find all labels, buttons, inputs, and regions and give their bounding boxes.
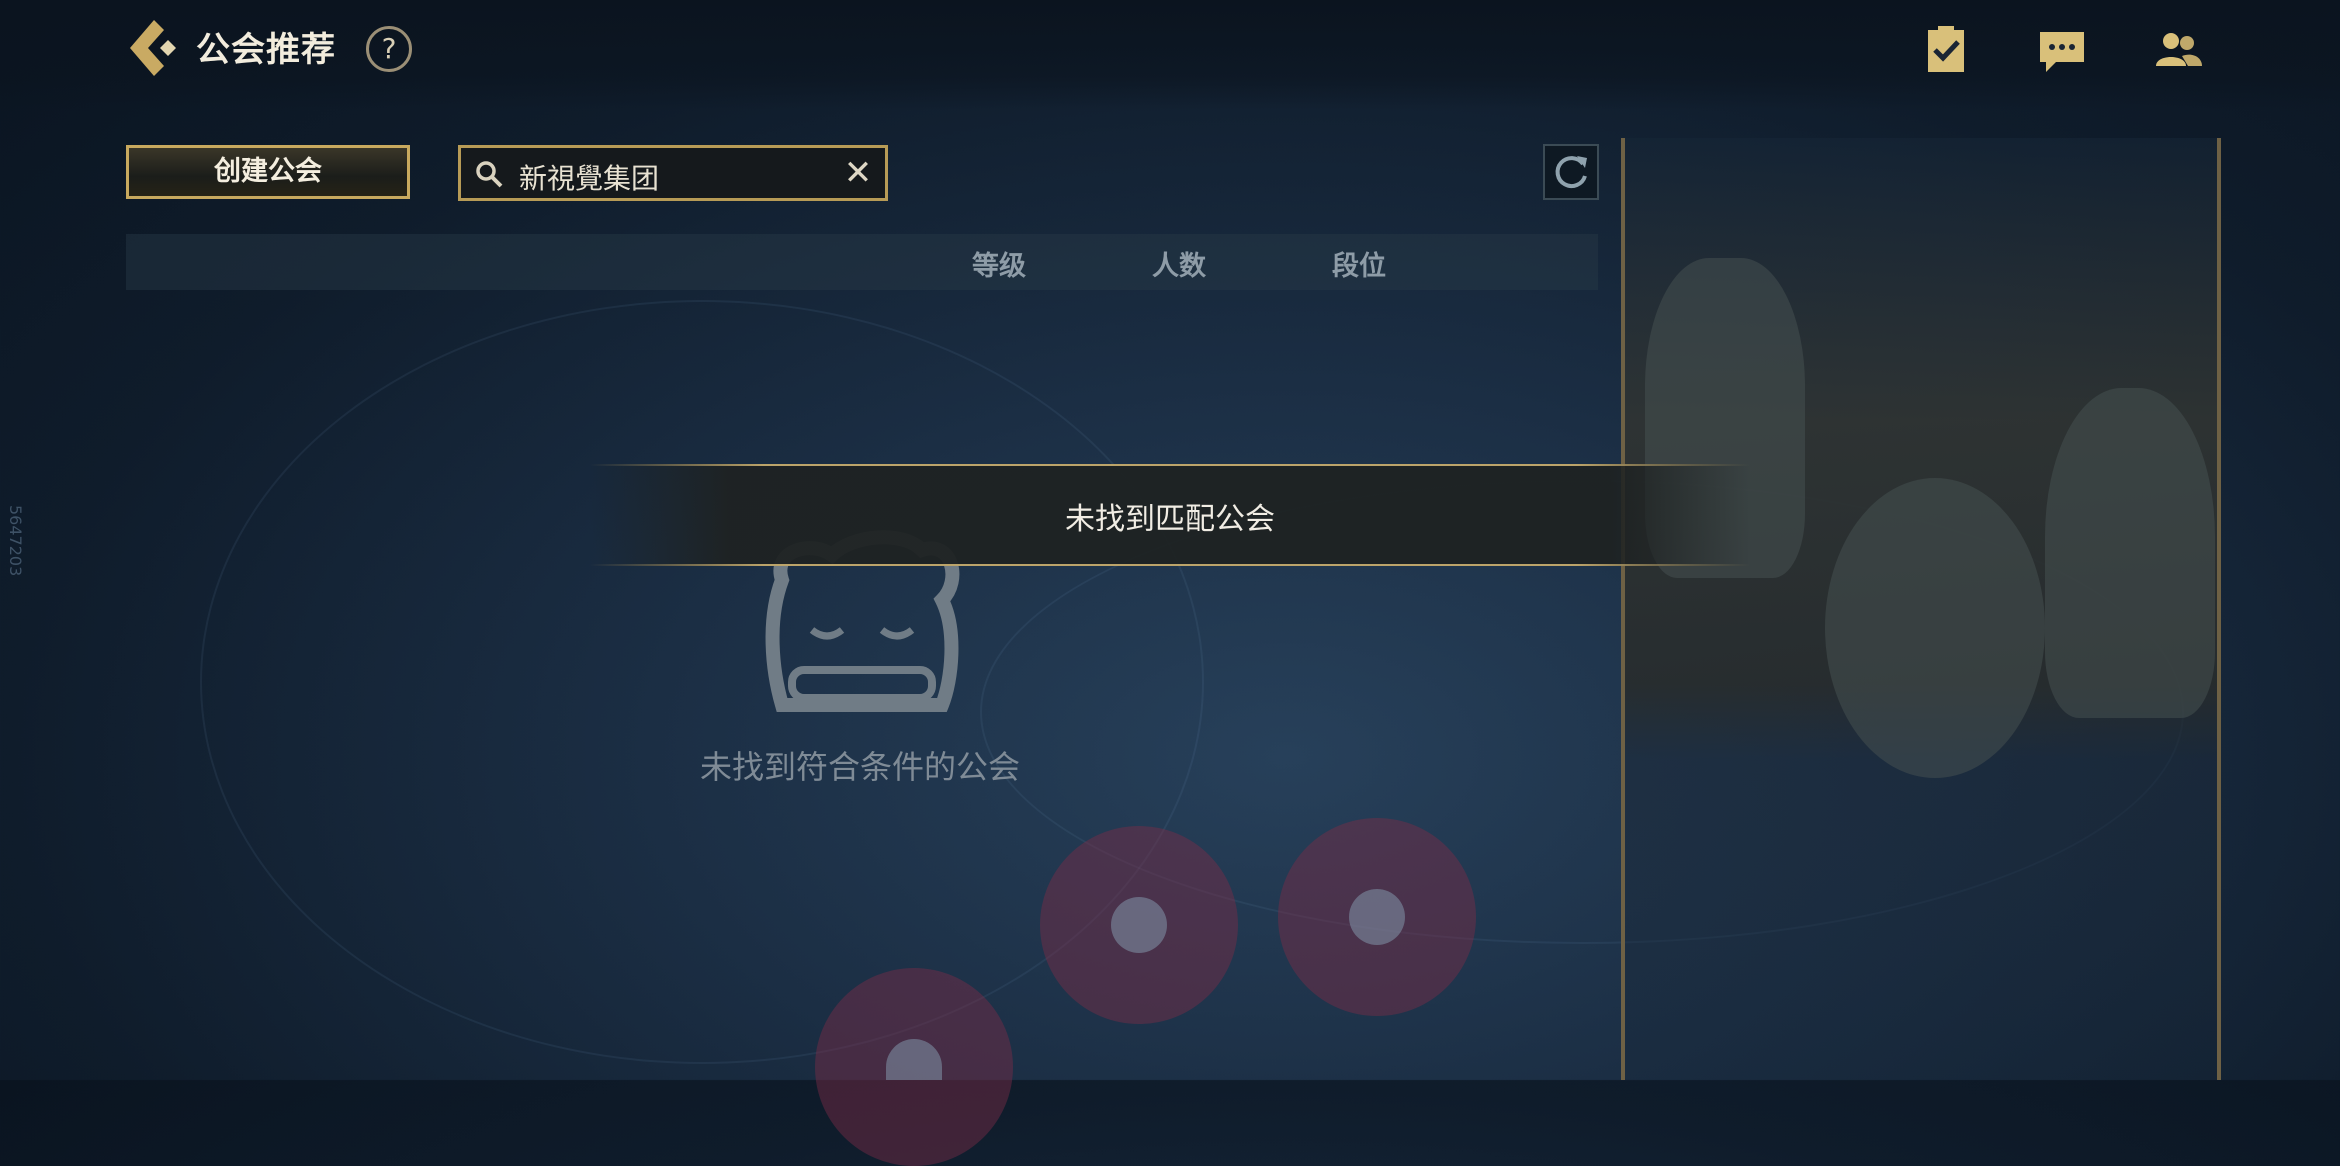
refresh-button[interactable] — [1543, 144, 1599, 200]
guild-search-input[interactable]: 新視覺集团 ✕ — [458, 145, 888, 201]
touch-indicator-dot — [1349, 889, 1405, 945]
guild-table-header: 等级 人数 段位 — [126, 234, 1598, 290]
toast-bottom-border — [590, 564, 1750, 566]
chat-bubble-icon[interactable] — [2036, 24, 2088, 76]
refresh-icon — [1555, 156, 1587, 189]
search-icon — [476, 161, 503, 188]
search-value: 新視覺集团 — [519, 162, 660, 195]
guild-art-panel — [1621, 138, 2221, 1080]
column-header-level[interactable]: 等级 — [972, 244, 1026, 283]
back-chevron-icon[interactable] — [124, 18, 180, 78]
touch-indicator-dot — [1111, 897, 1167, 953]
friends-icon[interactable] — [2152, 24, 2204, 76]
toast-message: 未找到匹配公会 — [1065, 502, 1275, 537]
build-id-label: 5647203 — [6, 505, 25, 577]
empty-state-message: 未找到符合条件的公会 — [699, 748, 1020, 786]
create-guild-button[interactable]: 创建公会 — [126, 145, 410, 199]
top-bar-background — [0, 0, 2340, 110]
no-match-toast: 未找到匹配公会 — [590, 464, 1750, 566]
toast-top-border — [590, 464, 1750, 466]
column-header-members[interactable]: 人数 — [1152, 244, 1206, 283]
page-title: 公会推荐 — [196, 30, 336, 70]
clipboard-check-icon[interactable] — [1920, 24, 1972, 76]
column-header-rank[interactable]: 段位 — [1332, 244, 1386, 283]
clear-search-button[interactable]: ✕ — [841, 155, 875, 191]
champion-art-figure — [2045, 388, 2215, 718]
champion-art-figure — [1825, 478, 2045, 778]
help-button[interactable]: ? — [366, 26, 412, 72]
